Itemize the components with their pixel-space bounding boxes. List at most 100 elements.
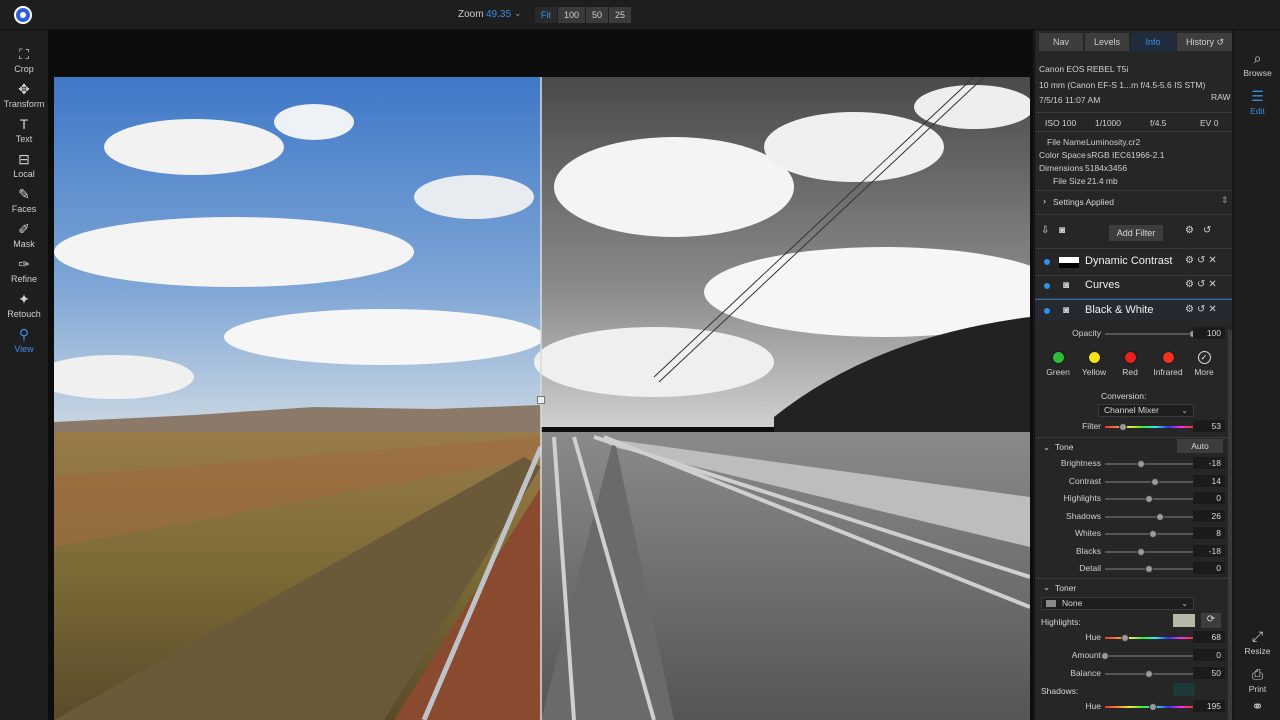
split-view-handle[interactable] [537,396,545,404]
zoom-100-button[interactable]: 100 [558,7,586,23]
app-logo-icon[interactable] [14,6,32,24]
zoom-fit-button[interactable]: Fit [535,7,557,23]
settings-applied-toggle[interactable]: › Settings Applied ⇕ [1035,192,1232,212]
tone-slider-highlights[interactable]: Highlights 0 [1035,492,1232,506]
tone-slider-blacks[interactable]: Blacks -18 [1035,544,1232,559]
transform-tool[interactable]: ✥ Transform [0,81,48,109]
slider-value[interactable]: 26 [1193,509,1225,522]
highlight-color-swatch[interactable] [1173,614,1195,627]
tone-slider-brightness[interactable]: Brightness -18 [1035,457,1232,471]
conversion-dropdown[interactable]: Channel Mixer ⌄ [1098,404,1194,417]
chevron-down-icon[interactable]: ⌄ [1043,582,1050,593]
slider-thumb[interactable] [1119,423,1127,431]
slider-track[interactable] [1105,547,1193,556]
slider-value[interactable]: 14 [1193,474,1225,487]
filter-enabled-dot[interactable] [1044,283,1050,289]
text-tool[interactable]: T Text [0,116,48,144]
reset-icon[interactable]: ↺ [1203,225,1211,236]
slider-track[interactable] [1105,530,1193,538]
slider-value[interactable]: -18 [1193,544,1225,557]
slider-track[interactable] [1105,330,1197,338]
slider-thumb[interactable] [1145,495,1153,503]
slider-thumb[interactable] [1145,670,1153,678]
shadow-hue-slider[interactable]: Hue 195 [1035,700,1232,714]
slider-track[interactable] [1105,477,1193,486]
slider-track[interactable] [1101,652,1193,660]
slider-value[interactable]: 0 [1193,562,1225,574]
filter-curves[interactable]: ◙ Curves ⚙↺✕ [1035,275,1232,297]
highlight-hue-slider[interactable]: Hue 68 [1035,631,1232,645]
zoom-25-button[interactable]: 25 [609,7,632,23]
zoom-50-button[interactable]: 50 [586,7,609,23]
preset-yellow[interactable]: Yellow [1079,351,1109,377]
slider-thumb[interactable] [1151,477,1160,486]
import-icon[interactable]: ⇩ [1041,225,1049,236]
slider-value[interactable]: -18 [1193,457,1225,469]
slider-value[interactable]: 8 [1193,527,1225,539]
tab-history[interactable]: History ↺ [1177,33,1232,51]
slider-value[interactable]: 0 [1193,649,1225,661]
preset-infrared[interactable]: Infrared [1151,351,1185,377]
filter-dynamic-contrast[interactable]: Dynamic Contrast ⚙↺✕ [1035,251,1232,273]
refine-tool[interactable]: ✑ Refine [0,256,48,284]
tone-slider-whites[interactable]: Whites 8 [1035,527,1232,541]
slider-thumb[interactable] [1121,634,1129,642]
slider-track[interactable] [1105,512,1193,521]
print-module[interactable]: ⎙ Print [1234,666,1280,694]
slider-value[interactable]: 68 [1193,631,1225,643]
balance-slider[interactable]: Balance 50 [1035,667,1232,681]
filter-controls[interactable]: ⚙↺✕ [1185,255,1220,266]
chevron-down-icon[interactable]: ⌄ [514,8,522,19]
slider-thumb[interactable] [1156,512,1165,521]
slider-thumb[interactable] [1137,547,1146,556]
add-filter-button[interactable]: Add Filter [1109,225,1163,241]
slider-thumb[interactable] [1101,652,1109,660]
hue-track[interactable] [1105,634,1193,642]
share-module[interactable]: ⚭ [1234,698,1280,716]
hue-track[interactable] [1105,423,1193,431]
slider-value[interactable]: 53 [1193,420,1225,432]
filter-hue-slider[interactable]: Filter 53 [1035,420,1232,434]
auto-tone-button[interactable]: Auto [1177,439,1223,453]
preset-red[interactable]: Red [1115,351,1145,377]
filter-enabled-dot[interactable] [1044,308,1050,314]
retouch-tool[interactable]: ✦ Retouch [0,291,48,319]
slider-thumb[interactable] [1145,565,1153,573]
edit-module[interactable]: ☰ Edit [1234,88,1280,116]
tab-nav[interactable]: Nav [1039,33,1083,51]
opacity-slider[interactable]: Opacity 100 [1035,327,1232,341]
slider-value[interactable]: 0 [1193,492,1225,504]
shadow-color-swatch[interactable] [1173,683,1195,696]
slider-thumb[interactable] [1148,530,1157,538]
resize-module[interactable]: ⤢ Resize [1234,628,1280,656]
faces-tool[interactable]: ✎ Faces [0,186,48,214]
hue-track[interactable] [1105,703,1193,711]
slider-track[interactable] [1105,565,1193,573]
tone-slider-contrast[interactable]: Contrast 14 [1035,474,1232,489]
filter-controls[interactable]: ⚙↺✕ [1185,304,1220,315]
slider-value[interactable]: 50 [1193,667,1225,679]
mask-tool[interactable]: ✐ Mask [0,221,48,249]
toner-dropdown[interactable]: None ⌄ [1041,597,1194,610]
tab-info[interactable]: Info [1131,33,1175,51]
slider-track[interactable] [1105,460,1193,468]
browse-module[interactable]: ⌕ Browse [1234,50,1280,78]
filter-black-white[interactable]: ◙ Black & White ⚙↺✕ [1035,299,1232,321]
mask-icon[interactable]: ◙ [1059,225,1065,236]
filter-controls[interactable]: ⚙↺✕ [1185,279,1220,290]
tone-slider-shadows[interactable]: Shadows 26 [1035,509,1232,524]
gear-icon[interactable]: ⚙ [1185,225,1194,236]
panel-scrollbar[interactable] [1228,330,1232,720]
refresh-icon[interactable]: ⟳ [1201,613,1221,628]
slider-value[interactable]: 100 [1193,327,1225,339]
tab-levels[interactable]: Levels [1085,33,1129,51]
crop-tool[interactable]: ⛶ Crop [0,46,48,74]
slider-thumb[interactable] [1137,460,1146,468]
tone-slider-detail[interactable]: Detail 0 [1035,562,1232,576]
chevron-down-icon[interactable]: ⌄ [1043,442,1050,453]
local-tool[interactable]: ⊟ Local [0,151,48,179]
preset-more[interactable]: ✓ More [1189,351,1219,377]
slider-track[interactable] [1105,670,1193,678]
amount-slider[interactable]: Amount 0 [1035,649,1232,663]
slider-thumb[interactable] [1149,703,1157,711]
